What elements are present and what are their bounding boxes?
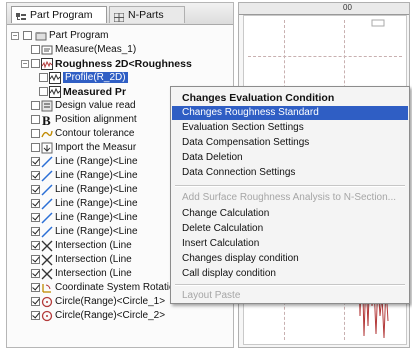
tree-item-label: Contour tolerance [55, 128, 135, 139]
roughness-icon [41, 58, 53, 70]
checkbox[interactable] [31, 143, 40, 152]
menu-item-data-connection-settings[interactable]: Data Connection Settings [172, 166, 408, 180]
checkbox[interactable] [31, 311, 40, 320]
top-ruler: 00 [239, 3, 409, 15]
menu-item-changes-roughness-standard[interactable]: Changes Roughness Standard [172, 106, 408, 120]
tree-item-label: Circle(Range)<Circle_1> [55, 296, 166, 307]
tree-item-label: Design value read [55, 100, 136, 111]
checkbox[interactable] [31, 269, 40, 278]
menu-item-insert-calculation[interactable]: Insert Calculation [172, 237, 408, 251]
menu-item-changes-display-condition[interactable]: Changes display condition [172, 252, 408, 266]
line-icon [41, 198, 53, 210]
tree-item-label: Measure(Meas_1) [55, 44, 137, 55]
checkbox[interactable] [31, 129, 40, 138]
ruler-label: 00 [343, 3, 352, 12]
checkbox[interactable] [31, 45, 40, 54]
collapse-toggle[interactable]: − [11, 32, 19, 40]
tree-item-label: Line (Range)<Line [55, 226, 138, 237]
checkbox[interactable] [31, 157, 40, 166]
menu-item-add-surface-roughness: Add Surface Roughness Analysis to N-Sect… [182, 192, 397, 203]
tab-part-program[interactable]: Part Program [11, 6, 107, 23]
checkbox[interactable] [31, 171, 40, 180]
checkbox[interactable] [31, 185, 40, 194]
checkbox[interactable] [31, 255, 40, 264]
line-icon [41, 156, 53, 168]
tree-item-label: Position alignment [55, 114, 137, 125]
tree-item-label: Line (Range)<Line [55, 170, 138, 181]
line-icon [41, 170, 53, 182]
checkbox[interactable] [31, 213, 40, 222]
intersection-icon [41, 254, 53, 266]
tree-item-label: Roughness 2D<Roughness [55, 58, 192, 70]
tree-item-label: Intersection (Line [55, 268, 132, 279]
tree-item-roughness-2d[interactable]: − Roughness 2D<Roughness [7, 57, 233, 71]
contour-tolerance-icon [41, 128, 53, 140]
checkbox[interactable] [31, 241, 40, 250]
grid-icon [113, 11, 125, 23]
menu-header[interactable]: Changes Evaluation Condition [172, 91, 408, 105]
menu-item-data-deletion[interactable]: Data Deletion [172, 151, 408, 165]
checkbox[interactable] [31, 199, 40, 208]
tab-label: N-Parts [128, 9, 164, 21]
checkbox[interactable] [31, 227, 40, 236]
panel-tabs: Part Program N-Parts [7, 3, 233, 25]
checkbox[interactable] [31, 115, 40, 124]
intersection-icon [41, 268, 53, 280]
checkbox[interactable] [23, 31, 32, 40]
menu-item-change-calculation[interactable]: Change Calculation [172, 207, 408, 221]
line-icon [41, 226, 53, 238]
tab-n-parts[interactable]: N-Parts [109, 6, 185, 23]
document-tree-icon [16, 11, 26, 20]
menu-item-delete-calculation[interactable]: Delete Calculation [172, 222, 408, 236]
checkbox[interactable] [39, 73, 48, 82]
circle-icon [41, 296, 53, 308]
tree-item[interactable]: Measure(Meas_1) [7, 43, 233, 57]
line-icon [41, 212, 53, 224]
menu-item-call-display-condition[interactable]: Call display condition [172, 267, 408, 281]
measure-icon [41, 44, 53, 56]
tree-item[interactable]: Circle(Range)<Circle_2> [7, 309, 233, 323]
position-alignment-icon: B [41, 114, 53, 126]
tree-item-label: Import the Measur [55, 142, 137, 153]
design-value-icon [41, 100, 53, 112]
application-window: Part Program N-Parts − Part Program Meas… [0, 0, 412, 352]
profile-icon [49, 72, 61, 84]
tree-item-label: Line (Range)<Line [55, 212, 138, 223]
tree-item-label: Profile(R_2D) [63, 72, 128, 83]
checkbox[interactable] [31, 59, 40, 68]
tree-item-label: Part Program [49, 30, 109, 41]
intersection-icon [41, 240, 53, 252]
svg-text:B: B [42, 114, 51, 126]
checkbox[interactable] [31, 283, 40, 292]
collapse-toggle[interactable]: − [21, 60, 29, 68]
menu-item-data-compensation-settings[interactable]: Data Compensation Settings [172, 136, 408, 150]
folder-icon [35, 30, 47, 42]
tree-item-label: Line (Range)<Line [55, 198, 138, 209]
coordinate-rotation-icon [41, 282, 53, 294]
tree-item-label: Intersection (Line [55, 254, 132, 265]
tree-item-label: Line (Range)<Line [55, 184, 138, 195]
menu-item-layout-paste: Layout Paste [182, 290, 241, 301]
tree-item-label: Line (Range)<Line [55, 156, 138, 167]
tree-item-part-program[interactable]: − Part Program [7, 29, 233, 43]
tree-item-label: Measured Pr [63, 86, 127, 98]
context-menu: Changes Evaluation Condition Changes Rou… [170, 86, 410, 304]
checkbox[interactable] [31, 101, 40, 110]
tree-item-label: Circle(Range)<Circle_2> [55, 310, 166, 321]
menu-item-evaluation-section-settings[interactable]: Evaluation Section Settings [172, 121, 408, 135]
line-icon [41, 184, 53, 196]
circle-icon [41, 310, 53, 322]
checkbox[interactable] [31, 297, 40, 306]
menu-separator [175, 185, 405, 187]
tab-label: Part Program [30, 9, 93, 21]
profile-icon [49, 86, 61, 98]
checkbox[interactable] [39, 87, 48, 96]
import-icon [41, 142, 53, 154]
menu-separator [175, 284, 405, 286]
tree-item-label: Intersection (Line [55, 240, 132, 251]
tree-item-profile-selected[interactable]: Profile(R_2D) [7, 71, 233, 85]
